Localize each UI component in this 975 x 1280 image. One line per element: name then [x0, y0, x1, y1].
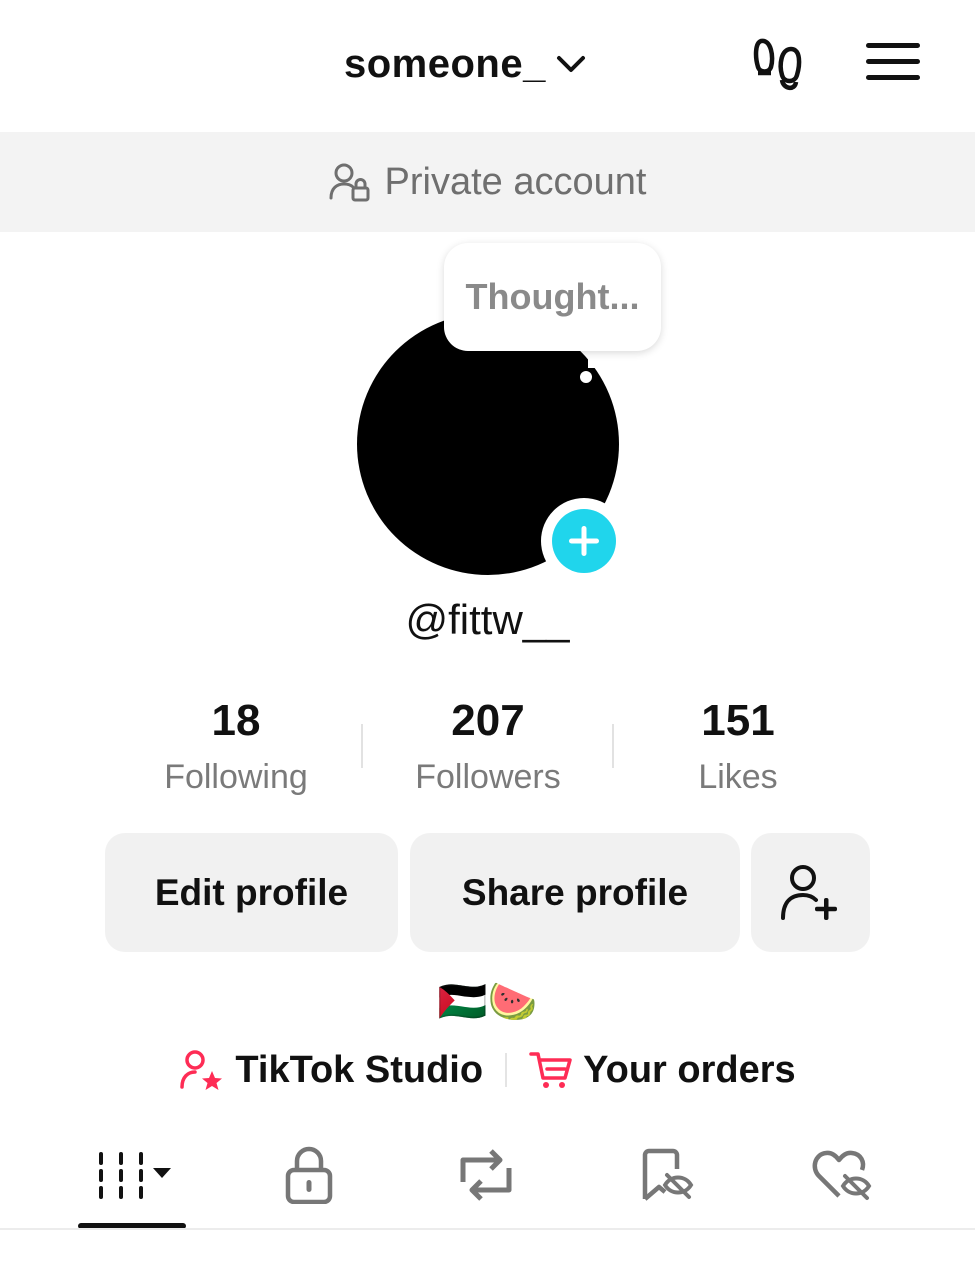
stat-label: Following: [164, 758, 308, 796]
heart-hidden-icon: [812, 1150, 872, 1200]
add-friend-button[interactable]: [751, 833, 870, 952]
your-orders-link[interactable]: Your orders: [529, 1049, 796, 1092]
tab-videos[interactable]: [80, 1130, 190, 1220]
account-switcher[interactable]: someone_: [344, 36, 586, 92]
stat-value: 151: [701, 696, 775, 745]
profile-links: TikTok Studio Your orders: [0, 1040, 975, 1100]
tab-liked[interactable]: [782, 1130, 902, 1220]
cart-icon: [529, 1052, 572, 1088]
add-user-icon: [780, 864, 837, 920]
stat-following[interactable]: 18 Following: [116, 692, 356, 797]
your-orders-label: Your orders: [583, 1048, 796, 1091]
links-divider: [505, 1053, 508, 1087]
thought-bubble-dot: [580, 371, 592, 383]
stat-label: Likes: [698, 758, 778, 796]
stat-followers[interactable]: 207 Followers: [368, 692, 608, 797]
share-profile-button[interactable]: Share profile: [410, 833, 740, 952]
edit-profile-button[interactable]: Edit profile: [105, 833, 398, 952]
profile-handle: @fittw__: [405, 596, 570, 643]
stat-divider: [361, 724, 363, 768]
thought-bubble[interactable]: Thought...: [444, 243, 661, 351]
bio-text: 🇵🇸🍉: [437, 980, 538, 1024]
stat-divider: [612, 724, 614, 768]
menu-icon[interactable]: [864, 36, 922, 88]
tab-reposts[interactable]: [426, 1130, 546, 1220]
stat-value: 18: [211, 696, 261, 745]
plus-icon: [569, 526, 599, 556]
private-account-banner: Private account: [0, 132, 975, 232]
username-label: someone_: [344, 41, 546, 86]
footprints-icon[interactable]: [748, 32, 810, 94]
stat-label: Followers: [415, 758, 561, 796]
tiktok-studio-label: TikTok Studio: [235, 1048, 484, 1091]
tab-favorites[interactable]: [607, 1130, 727, 1220]
top-header: someone_: [0, 0, 975, 130]
tiktok-studio-link[interactable]: TikTok Studio: [179, 1049, 483, 1092]
stat-value: 207: [451, 696, 525, 745]
tab-private[interactable]: [249, 1130, 369, 1220]
share-profile-label: Share profile: [461, 871, 689, 913]
edit-profile-label: Edit profile: [154, 871, 349, 913]
grid-icon: [99, 1152, 171, 1199]
person-lock-icon: [329, 163, 370, 202]
repost-icon: [460, 1149, 512, 1201]
private-account-label: Private account: [384, 160, 647, 203]
lock-icon: [285, 1146, 333, 1204]
bookmark-hidden-icon: [642, 1148, 694, 1201]
add-story-button[interactable]: [541, 498, 627, 584]
chevron-down-icon: [556, 56, 585, 72]
thought-bubble-text: Thought...: [465, 276, 640, 317]
person-star-icon: [180, 1050, 223, 1090]
stat-likes[interactable]: 151 Likes: [618, 692, 858, 797]
tabs-divider: [0, 1228, 975, 1230]
